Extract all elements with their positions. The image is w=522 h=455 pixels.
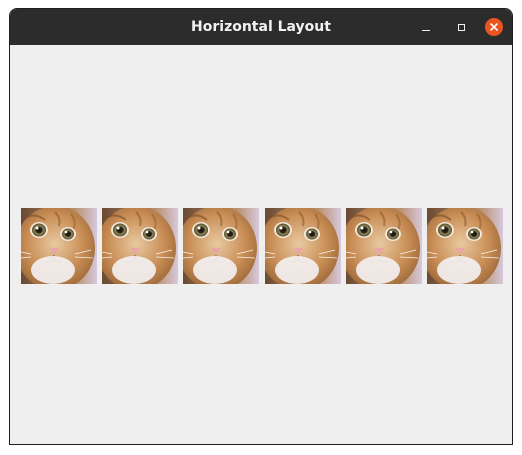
title-bar[interactable]: Horizontal Layout: [10, 9, 512, 45]
maximize-button[interactable]: [452, 18, 470, 36]
cat-image-3: [183, 208, 260, 284]
app-window: Horizontal Layout: [9, 8, 513, 445]
close-button[interactable]: [485, 18, 503, 36]
content-area: [10, 45, 512, 444]
maximize-icon: [457, 23, 465, 31]
cat-image-4: [264, 208, 341, 284]
close-icon: [490, 23, 498, 31]
cat-image-1: [21, 208, 97, 284]
minimize-button[interactable]: [417, 18, 435, 36]
window-title: Horizontal Layout: [191, 19, 331, 35]
cat-image-6: [426, 208, 503, 284]
cat-image-2: [102, 208, 179, 284]
horizontal-image-row: [21, 208, 503, 284]
cat-image-5: [345, 208, 422, 284]
minimize-icon: [422, 29, 430, 31]
